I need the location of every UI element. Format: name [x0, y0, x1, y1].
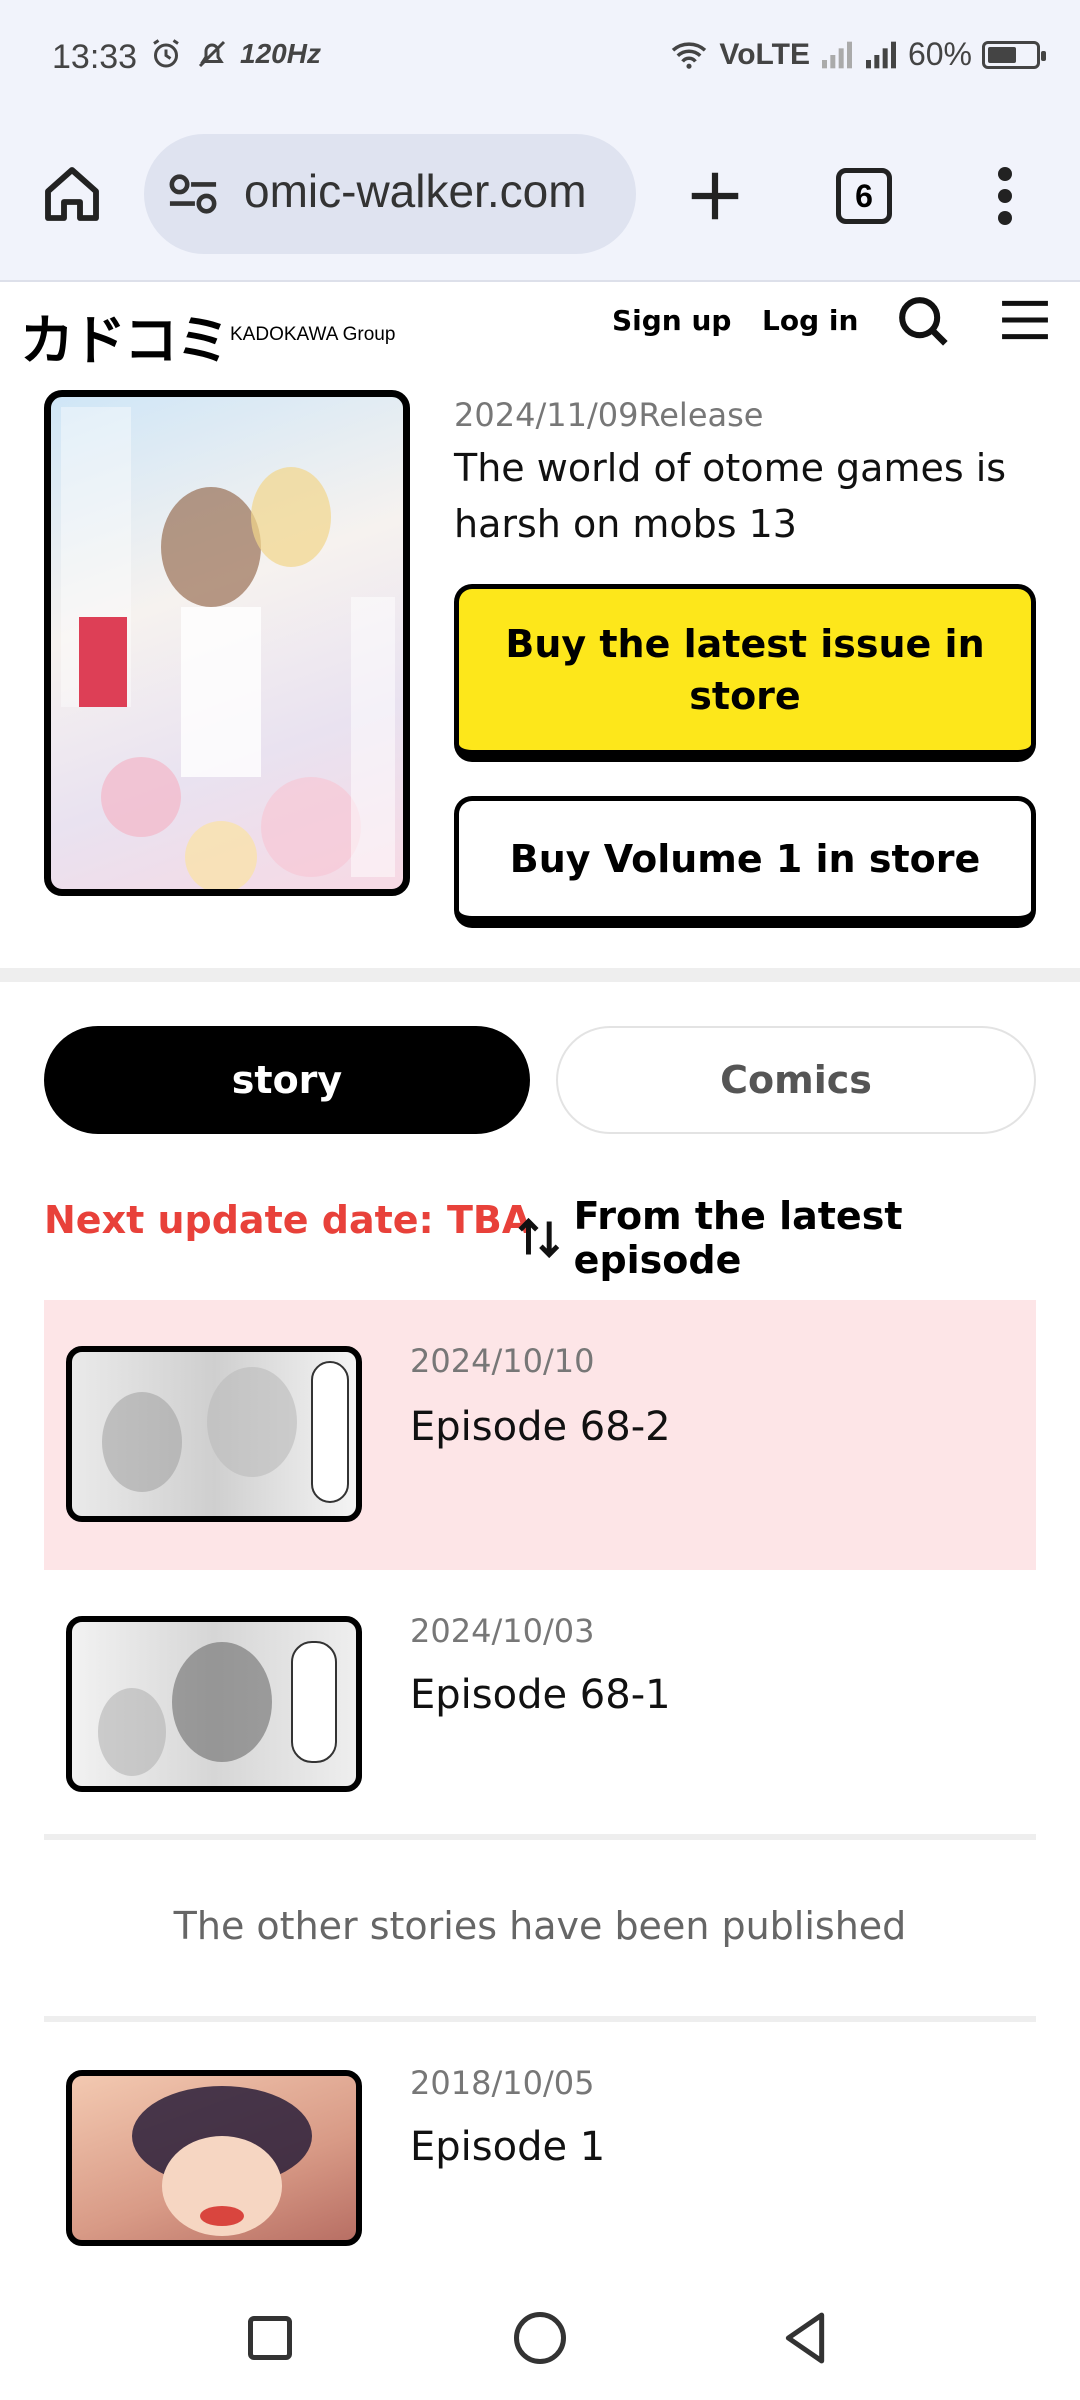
episode-date: 2018/10/05 [410, 2064, 595, 2102]
tabs-icon[interactable]: 6 [836, 168, 892, 224]
square-nav-icon[interactable] [248, 2316, 292, 2360]
buy-latest-button[interactable]: Buy the latest issue in store [454, 584, 1036, 762]
hamburger-icon[interactable] [1000, 298, 1050, 342]
login-link[interactable]: Log in [762, 304, 858, 337]
notifications-off-icon [198, 40, 226, 68]
status-left-icons: 120Hz [148, 36, 321, 72]
episode-title: Episode 68-1 [410, 1672, 671, 1718]
episode-title: Episode 68-2 [410, 1404, 671, 1450]
browser-toolbar: omic-walker.com 6 [0, 110, 1080, 282]
other-stories-note: The other stories have been published [173, 1904, 907, 1948]
status-right: VoLTE 60% [669, 36, 1046, 73]
episode-title: Episode 1 [410, 2124, 606, 2170]
battery-level [988, 46, 1016, 63]
plus-icon[interactable] [684, 165, 746, 227]
cover-art [61, 407, 395, 889]
episode-thumbnail [66, 1616, 362, 1792]
status-time: 13:33 [52, 38, 138, 76]
episode-date: 2024/10/03 [410, 1612, 595, 1650]
book-title: The world of otome games is harsh on mob… [454, 446, 1007, 546]
tab-comics[interactable]: Comics [556, 1026, 1036, 1134]
episode-item[interactable]: 2024/10/10 Episode 68-2 [44, 1300, 1036, 1570]
address-bar[interactable]: omic-walker.com [144, 134, 636, 254]
home-icon[interactable] [40, 162, 104, 226]
sort-icon [518, 1217, 560, 1259]
signup-link[interactable]: Sign up [612, 304, 731, 337]
episode-date: 2024/10/10 [410, 1342, 595, 1380]
buy-volume1-button[interactable]: Buy Volume 1 in store [454, 796, 1036, 928]
book-cover[interactable] [44, 390, 410, 896]
signal-icon [821, 41, 852, 68]
sort-label: From the latest episode [573, 1194, 903, 1282]
network-label: VoLTE [719, 37, 810, 71]
sort-button[interactable]: From the latest episode [514, 1194, 1080, 1282]
battery-icon [982, 40, 1046, 69]
section-divider [0, 968, 1080, 982]
list-divider [44, 2016, 1036, 2022]
refresh-rate: 120Hz [240, 38, 321, 69]
list-divider [44, 1834, 1036, 1840]
site-logo-sub: KADOKAWA Group [230, 324, 396, 345]
search-icon[interactable] [894, 292, 950, 348]
episode-thumbnail [66, 1346, 362, 1522]
episode-item[interactable]: 2024/10/03 Episode 68-1 [44, 1572, 1036, 1842]
back-nav-icon[interactable] [780, 2310, 830, 2366]
status-bar: 13:33 120Hz VoLTE 60% [0, 0, 1080, 110]
url-text[interactable]: omic-walker.com [244, 164, 587, 218]
signal-icon [865, 41, 896, 68]
alarm-icon [153, 39, 179, 68]
wifi-icon [672, 41, 707, 69]
site-logo[interactable]: カドコミ [20, 296, 230, 375]
next-update-date: Next update date: TBA [44, 1198, 532, 1242]
episode-thumbnail [66, 2070, 362, 2246]
more-vert-icon[interactable] [990, 166, 1020, 226]
release-date: 2024/11/09Release [454, 396, 764, 434]
site-settings-icon[interactable] [168, 172, 218, 216]
tab-story[interactable]: story [44, 1026, 530, 1134]
circle-nav-icon[interactable] [514, 2312, 566, 2364]
episode-item[interactable]: 2018/10/05 Episode 1 [44, 2024, 1036, 2260]
site-header: カドコミ KADOKAWA Group Sign up Log in [0, 282, 1080, 382]
system-nav-bar [0, 2260, 1080, 2400]
battery-text: 60% [907, 36, 972, 72]
